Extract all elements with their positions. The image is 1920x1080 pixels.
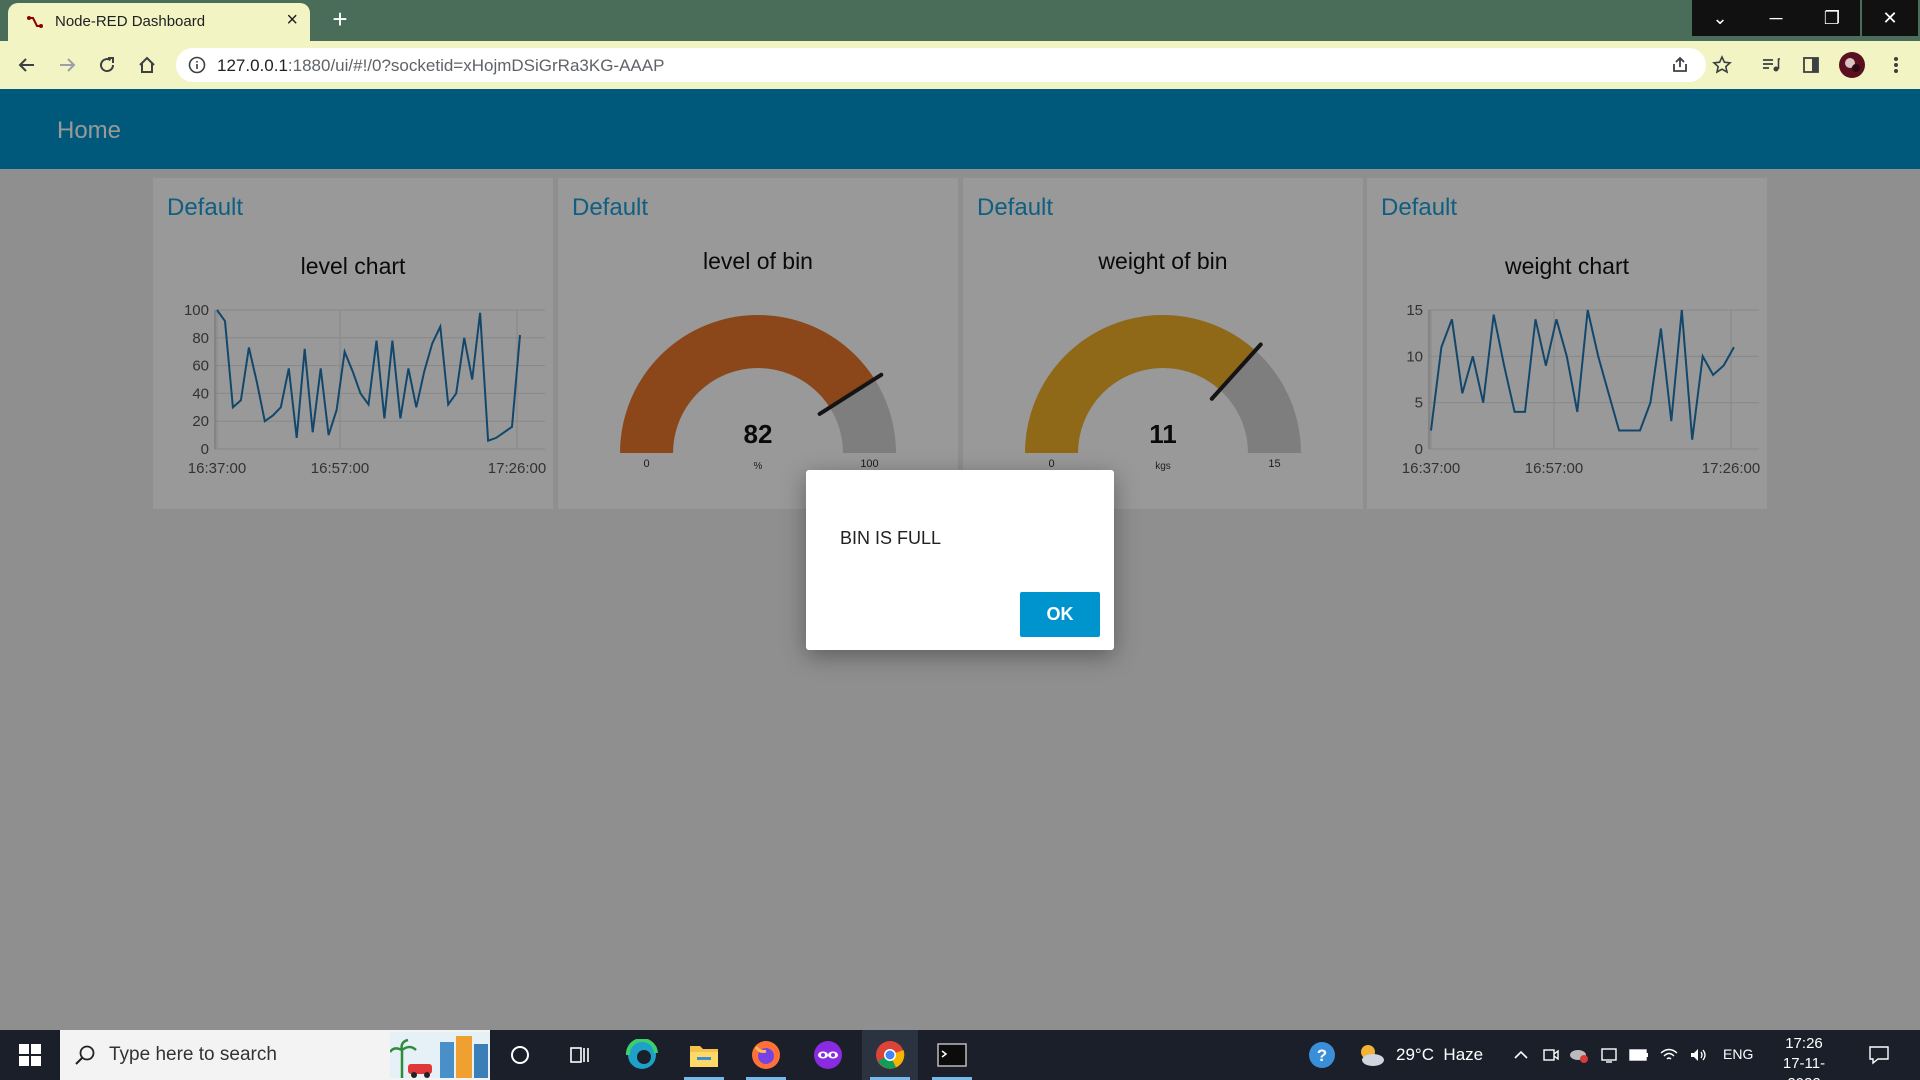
wifi-icon[interactable]: [1658, 1044, 1680, 1066]
help-icon[interactable]: ?: [1307, 1040, 1337, 1070]
menu-icon[interactable]: [1882, 51, 1910, 79]
address-bar[interactable]: 127.0.0.1:1880/ui/#!/0?socketid=xHojmDSi…: [176, 48, 1706, 82]
tab-title: Node-RED Dashboard: [55, 13, 206, 30]
language-indicator[interactable]: ENG: [1723, 1046, 1753, 1062]
restore-icon[interactable]: ❐: [1804, 0, 1860, 36]
profile-avatar[interactable]: [1838, 51, 1866, 79]
back-icon[interactable]: [11, 49, 43, 81]
browser-tab[interactable]: Node-RED Dashboard ×: [8, 3, 310, 41]
firefox-icon[interactable]: [738, 1030, 794, 1080]
url-text: 127.0.0.1:1880/ui/#!/0?socketid=xHojmDSi…: [217, 56, 665, 75]
volume-icon[interactable]: [1688, 1044, 1710, 1066]
side-panel-icon[interactable]: [1797, 51, 1825, 79]
battery-icon[interactable]: [1628, 1044, 1650, 1066]
search-highlight-image: [390, 1032, 490, 1078]
meet-now-icon[interactable]: [1540, 1044, 1562, 1066]
reload-icon[interactable]: [91, 49, 123, 81]
new-tab-button[interactable]: +: [325, 4, 355, 34]
close-window-icon[interactable]: ✕: [1862, 0, 1918, 36]
private-browser-icon[interactable]: [800, 1030, 856, 1080]
notification-icon[interactable]: [1868, 1044, 1890, 1066]
weather-text[interactable]: 29°C Haze: [1396, 1045, 1483, 1065]
minimize-icon[interactable]: ─: [1748, 0, 1804, 36]
device-icon[interactable]: [1598, 1044, 1620, 1066]
share-icon[interactable]: [1666, 51, 1694, 79]
bookmark-star-icon[interactable]: [1708, 51, 1736, 79]
ok-button[interactable]: OK: [1020, 592, 1100, 637]
clock-time: 17:26: [1785, 1035, 1823, 1052]
clock-date: 17-11-2022: [1782, 1055, 1826, 1080]
svg-text:?: ?: [1317, 1046, 1327, 1065]
media-control-icon[interactable]: [1757, 51, 1785, 79]
cortana-icon[interactable]: [492, 1030, 548, 1080]
tab-close-icon[interactable]: ×: [286, 10, 298, 30]
windows-start-icon[interactable]: [0, 1030, 60, 1080]
tab-search-icon[interactable]: ⌄: [1692, 0, 1748, 36]
weather-icon[interactable]: [1356, 1040, 1386, 1070]
browser-toolbar: 127.0.0.1:1880/ui/#!/0?socketid=xHojmDSi…: [0, 41, 1920, 89]
home-icon[interactable]: [131, 49, 163, 81]
site-info-icon[interactable]: [188, 56, 206, 74]
search-placeholder: Type here to search: [109, 1044, 277, 1065]
task-view-icon[interactable]: [552, 1030, 608, 1080]
node-red-icon: [27, 16, 43, 28]
alert-dialog: BIN IS FULL OK: [806, 470, 1114, 650]
taskbar-search-box[interactable]: Type here to search: [60, 1030, 490, 1080]
search-icon: [75, 1045, 95, 1065]
taskbar-clock[interactable]: 17:26 17-11-2022: [1768, 1034, 1840, 1080]
dashboard-page: Home Default level chart 100 80 60 40 20 0 16:…: [0, 89, 1920, 1030]
chrome-icon[interactable]: [862, 1030, 918, 1080]
taskbar: Type here to search ? 29°C Haze ENG 17:2…: [0, 1030, 1920, 1080]
onedrive-error-icon[interactable]: [1568, 1044, 1590, 1066]
chevron-up-icon[interactable]: [1510, 1044, 1532, 1066]
forward-icon[interactable]: [51, 49, 83, 81]
terminal-icon[interactable]: [924, 1030, 980, 1080]
dialog-message: BIN IS FULL: [840, 528, 942, 548]
edge-icon[interactable]: [614, 1030, 670, 1080]
file-explorer-icon[interactable]: [676, 1030, 732, 1080]
browser-tab-strip: Node-RED Dashboard × + ⌄ ─ ❐ ✕: [0, 0, 1920, 41]
